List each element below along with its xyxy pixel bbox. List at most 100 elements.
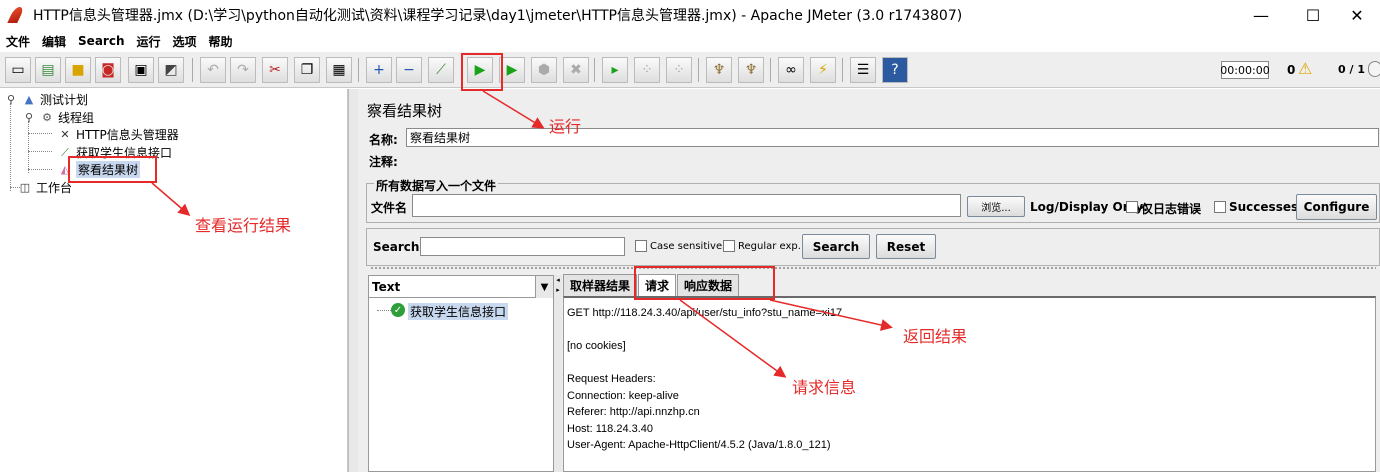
undo-icon[interactable]: ↶ <box>200 57 226 83</box>
tree-item-header-manager[interactable]: ✕ HTTP信息头管理器 <box>58 126 178 143</box>
search-input[interactable] <box>420 237 625 256</box>
test-plan-icon: ▲ <box>24 93 34 106</box>
tree-item-test-plan[interactable]: ⚲ ▲ 测试计划 <box>4 91 88 108</box>
cut-icon[interactable]: ✂ <box>262 57 288 83</box>
menu-bar: 文件 编辑 Search 运行 选项 帮助 <box>0 30 1380 52</box>
menu-edit[interactable]: 编辑 <box>42 33 66 50</box>
tree-item-workbench[interactable]: ◫ 工作台 <box>18 179 72 196</box>
stop-icon[interactable]: ⬢ <box>531 57 557 83</box>
tabs-highlight-box <box>634 266 775 300</box>
collapse-icon[interactable]: − <box>396 57 422 83</box>
shutdown-icon[interactable]: ✖ <box>563 57 589 83</box>
cookies-line: [no cookies] <box>567 340 626 352</box>
thread-count: 0 / 1 <box>1338 63 1365 76</box>
header-line: Referer: http://api.nnzhp.cn <box>567 406 700 418</box>
elapsed-timer: 00:00:00 <box>1220 61 1270 79</box>
annotation-request-info: 请求信息 <box>792 378 857 397</box>
search-button[interactable]: Search <box>802 234 870 259</box>
window-title: HTTP信息头管理器.jmx (D:\学习\python自动化测试\资料\课程学… <box>33 8 963 24</box>
remote-start-icon[interactable]: ▸ <box>602 57 628 83</box>
errors-only-checkbox[interactable] <box>1126 201 1138 213</box>
result-list: Text ▼ ✓ 获取学生信息接口 <box>368 275 554 472</box>
divider-handle[interactable] <box>370 266 1376 271</box>
reset-search-icon[interactable]: ⚡ <box>810 57 836 83</box>
case-sensitive-checkbox[interactable] <box>635 240 647 252</box>
status-icon <box>1368 61 1380 77</box>
headers-title-line: Request Headers: <box>567 373 656 385</box>
copy-icon[interactable]: ❐ <box>294 57 320 83</box>
success-shield-icon: ✓ <box>391 303 405 317</box>
case-sensitive-label: Case sensitive <box>650 241 723 252</box>
search-icon[interactable]: ∞ <box>778 57 804 83</box>
request-line: GET http://118.24.3.40/api/user/stu_info… <box>567 307 843 319</box>
result-split-handle[interactable]: ◂ ▸ <box>554 275 562 472</box>
clear-icon[interactable]: ♆ <box>706 57 732 83</box>
save-as-icon[interactable]: ◩ <box>158 57 184 83</box>
help-icon[interactable]: ? <box>882 57 908 83</box>
redo-icon[interactable]: ↷ <box>230 57 256 83</box>
header-line: User-Agent: Apache-HttpClient/4.5.2 (Jav… <box>567 439 831 451</box>
panel-title: 察看结果树 <box>367 102 443 120</box>
request-text-area[interactable]: GET http://118.24.3.40/api/user/stu_info… <box>563 296 1376 472</box>
annotation-run: 运行 <box>549 117 582 136</box>
chevron-down-icon[interactable]: ▼ <box>535 276 553 298</box>
toggle-icon[interactable]: ⟋ <box>428 57 454 83</box>
filename-label: 文件名 <box>371 201 408 215</box>
errors-only-label: 仅日志错误 <box>1141 202 1202 216</box>
warning-icon[interactable]: ⚠ <box>1298 59 1312 78</box>
menu-file[interactable]: 文件 <box>6 33 30 50</box>
tools-icon: ✕ <box>60 128 70 141</box>
run-highlight-box <box>461 53 503 91</box>
workbench-icon: ◫ <box>19 181 31 194</box>
split-divider[interactable] <box>348 89 358 472</box>
reset-button[interactable]: Reset <box>876 234 936 259</box>
tab-sampler-result[interactable]: 取样器结果 <box>563 274 638 296</box>
expand-toggle-icon[interactable]: ⚲ <box>4 93 18 107</box>
regex-checkbox[interactable] <box>723 240 735 252</box>
minimize-button[interactable]: — <box>1238 0 1284 30</box>
expand-toggle-icon[interactable]: ⚲ <box>22 111 36 125</box>
new-icon[interactable]: ▭ <box>5 57 31 83</box>
renderer-select[interactable]: Text ▼ <box>369 276 553 298</box>
comment-label: 注释: <box>369 155 398 169</box>
toolbar: ▭ ▤ ■ ◙ ▣ ◩ ↶ ↷ ✂ ❐ ▦ + − ⟋ ▶ ▶ ⬢ ✖ ▸ ⁘ … <box>0 52 1380 88</box>
search-label: Search: <box>373 240 425 254</box>
title-bar: HTTP信息头管理器.jmx (D:\学习\python自动化测试\资料\课程学… <box>0 0 1380 30</box>
filename-input[interactable] <box>412 194 961 217</box>
regex-label: Regular exp. <box>738 241 801 252</box>
annotation-response: 返回结果 <box>903 327 968 346</box>
save-icon[interactable]: ▣ <box>128 57 154 83</box>
successes-checkbox[interactable] <box>1214 201 1226 213</box>
templates-icon[interactable]: ▤ <box>35 57 61 83</box>
expand-icon[interactable]: + <box>366 57 392 83</box>
name-label: 名称: <box>369 133 398 147</box>
open-icon[interactable]: ■ <box>65 57 91 83</box>
result-item[interactable]: 获取学生信息接口 <box>408 303 509 320</box>
close-button[interactable]: ✕ <box>1334 0 1380 30</box>
maximize-button[interactable]: ☐ <box>1290 0 1336 30</box>
menu-run[interactable]: 运行 <box>136 33 160 50</box>
file-group-title: 所有数据写入一个文件 <box>374 177 499 194</box>
gear-icon: ⚙ <box>42 111 52 124</box>
close-file-icon[interactable]: ◙ <box>95 57 121 83</box>
jmeter-logo-icon <box>7 7 25 23</box>
browse-button[interactable]: 浏览... <box>967 196 1025 217</box>
remote-exit-icon[interactable]: ⁘ <box>666 57 692 83</box>
menu-help[interactable]: 帮助 <box>209 33 233 50</box>
tree-item-thread-group[interactable]: ⚲ ⚙ 线程组 <box>22 109 94 126</box>
clear-all-icon[interactable]: ♆ <box>738 57 764 83</box>
test-plan-tree: ⚲ ▲ 测试计划 ⚲ ⚙ 线程组 ✕ HTTP信息头管理器 ⟋ 获取学生信息接口… <box>0 89 348 472</box>
paste-icon[interactable]: ▦ <box>326 57 352 83</box>
function-helper-icon[interactable]: ☰ <box>850 57 876 83</box>
menu-search[interactable]: Search <box>78 34 124 48</box>
successes-label: Successes <box>1229 200 1299 214</box>
annotation-view-results: 查看运行结果 <box>195 216 292 235</box>
configure-button[interactable]: Configure <box>1296 194 1377 220</box>
comment-field[interactable] <box>406 150 1379 169</box>
warning-count: 0 <box>1287 63 1296 77</box>
header-line: Connection: keep-alive <box>567 390 679 402</box>
listener-highlight-box <box>68 156 157 183</box>
header-line: Host: 118.24.3.40 <box>567 423 654 435</box>
remote-stop-icon[interactable]: ⁘ <box>634 57 660 83</box>
menu-options[interactable]: 选项 <box>173 33 197 50</box>
